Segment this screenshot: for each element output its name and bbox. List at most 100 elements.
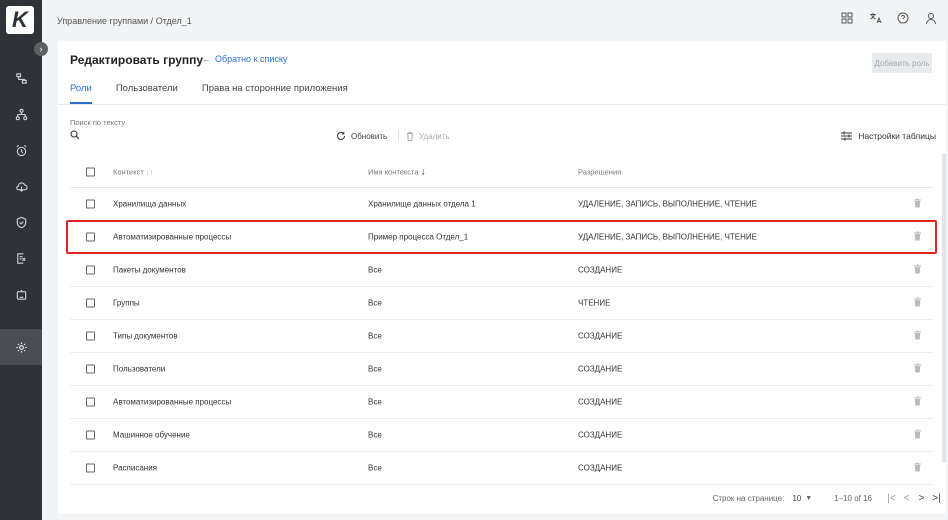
delete-row-icon[interactable] (914, 264, 921, 276)
row-checkbox[interactable] (86, 430, 95, 440)
tab-users[interactable]: Пользователи (116, 83, 178, 104)
delete-label: Удалить (419, 131, 450, 141)
tab-third-party-rights[interactable]: Права на сторонние приложения (202, 83, 348, 104)
rows-per-page-select[interactable]: 10 (792, 494, 801, 503)
table-row[interactable]: Типы документов Все СОЗДАНИЕ (70, 320, 933, 353)
table-settings-button[interactable]: Настройки таблицы (841, 131, 936, 141)
refresh-icon (337, 131, 346, 140)
cell-context-name: Все (368, 364, 382, 374)
next-page-icon[interactable]: > (914, 493, 929, 504)
cell-permissions: СОЗДАНИЕ (578, 463, 623, 473)
cell-context: Пакеты документов (113, 265, 186, 275)
table-row[interactable]: Хранилища данных Хранилище данных отдела … (70, 188, 933, 221)
cell-permissions: СОЗДАНИЕ (578, 265, 623, 275)
main-panel: Редактировать группу ← Обратно к списку … (58, 41, 946, 514)
back-to-list-label: Обратно к списку (215, 54, 288, 64)
cell-context: Хранилища данных (113, 199, 187, 209)
topbar: Управление группами / Отдел_1 (42, 0, 948, 38)
tab-divider (58, 104, 946, 105)
cell-context-name: Все (368, 397, 382, 407)
tab-roles[interactable]: Роли (70, 83, 92, 104)
table-row[interactable]: Пользователи Все СОЗДАНИЕ (70, 353, 933, 386)
breadcrumb: Управление группами / Отдел_1 (57, 16, 192, 26)
column-header-context[interactable]: Контекст ↓↑ (113, 167, 153, 176)
delete-row-icon[interactable] (914, 297, 921, 309)
prev-page-icon[interactable]: < (899, 493, 914, 504)
delete-row-icon[interactable] (914, 198, 921, 210)
cell-context-name: Все (368, 265, 382, 275)
table-row[interactable]: Расписания Все СОЗДАНИЕ (70, 452, 933, 485)
cell-context-name: Все (368, 463, 382, 473)
nav-robot-icon[interactable] (0, 276, 42, 312)
column-header-permissions[interactable]: Разрешения (578, 167, 621, 176)
page-title: Редактировать группу (70, 53, 204, 67)
nav-workflow-icon[interactable] (0, 60, 42, 96)
pagination: Строк на странице: 10 ▼ 1–10 of 16 |< < … (713, 493, 944, 504)
nav-alarm-icon[interactable] (0, 132, 42, 168)
sort-both-icon: ↓↑ (145, 167, 154, 176)
user-account-icon[interactable] (924, 10, 938, 26)
app-logo[interactable]: K (6, 6, 34, 34)
delete-row-icon[interactable] (914, 363, 921, 375)
delete-row-icon[interactable] (914, 330, 921, 342)
row-checkbox[interactable] (86, 199, 95, 209)
arrow-left-icon: ← (202, 54, 211, 64)
cell-permissions: СОЗДАНИЕ (578, 430, 623, 440)
column-permissions-label: Разрешения (578, 167, 622, 176)
sidebar-collapse-button[interactable]: › (34, 42, 48, 56)
refresh-label: Обновить (351, 131, 388, 141)
topbar-icons (840, 10, 938, 26)
column-header-context-name[interactable]: Имя контекста ↓ (368, 166, 426, 177)
search-icon (70, 130, 80, 142)
nav-hierarchy-icon[interactable] (0, 96, 42, 132)
table-row[interactable]: Автоматизированные процессы Все СОЗДАНИЕ (70, 386, 933, 419)
delete-row-icon[interactable] (914, 429, 921, 441)
cell-context-name: Все (368, 331, 382, 341)
row-checkbox[interactable] (86, 265, 95, 275)
sort-down-icon: ↓ (420, 166, 426, 177)
cell-context: Расписания (113, 463, 157, 473)
search-input[interactable] (84, 127, 324, 141)
row-checkbox[interactable] (86, 298, 95, 308)
column-context-label: Контекст (113, 167, 144, 176)
search-label: Поиск по тексту (70, 118, 126, 127)
cell-context: Пользователи (113, 364, 166, 374)
delete-button[interactable]: Удалить (406, 131, 450, 141)
apps-grid-icon[interactable] (840, 10, 854, 26)
nav-cloud-icon[interactable] (0, 168, 42, 204)
table-header: Контекст ↓↑ Имя контекста ↓ Разрешения (70, 156, 933, 188)
refresh-button[interactable]: Обновить (336, 131, 387, 141)
translate-icon[interactable] (868, 10, 882, 26)
trash-icon (407, 132, 413, 141)
cell-permissions: СОЗДАНИЕ (578, 364, 623, 374)
last-page-icon[interactable]: >| (929, 493, 944, 504)
vertical-scrollbar[interactable] (942, 153, 946, 463)
sliders-icon (841, 131, 853, 141)
caret-down-icon[interactable]: ▼ (805, 495, 812, 502)
delete-row-icon[interactable] (914, 462, 921, 474)
table-row[interactable]: Машинное обучение Все СОЗДАНИЕ (70, 419, 933, 452)
cell-context: Типы документов (113, 331, 178, 341)
nav-document-export-icon[interactable] (0, 240, 42, 276)
row-checkbox[interactable] (86, 397, 95, 407)
row-checkbox[interactable] (86, 364, 95, 374)
cell-permissions: ЧТЕНИЕ (578, 298, 611, 308)
select-all-checkbox[interactable] (86, 167, 95, 176)
row-checkbox[interactable] (86, 331, 95, 341)
row-checkbox[interactable] (86, 463, 95, 473)
delete-row-icon[interactable] (914, 396, 921, 408)
back-to-list-link[interactable]: ← Обратно к списку (202, 54, 287, 64)
table-row[interactable]: Пакеты документов Все СОЗДАНИЕ (70, 254, 933, 287)
first-page-icon[interactable]: |< (884, 493, 899, 504)
help-icon[interactable] (896, 10, 910, 26)
logo-letter: K (12, 7, 28, 32)
column-context-name-label: Имя контекста (368, 167, 419, 176)
cell-context-name: Все (368, 298, 382, 308)
cell-context-name: Хранилище данных отдела 1 (368, 199, 476, 209)
table-settings-label: Настройки таблицы (858, 131, 936, 141)
nav-shield-icon[interactable] (0, 204, 42, 240)
add-role-button[interactable]: Добавить роль (872, 53, 932, 73)
nav-settings-icon[interactable] (0, 329, 42, 365)
selected-row-highlight (66, 220, 937, 254)
table-row[interactable]: Группы Все ЧТЕНИЕ (70, 287, 933, 320)
